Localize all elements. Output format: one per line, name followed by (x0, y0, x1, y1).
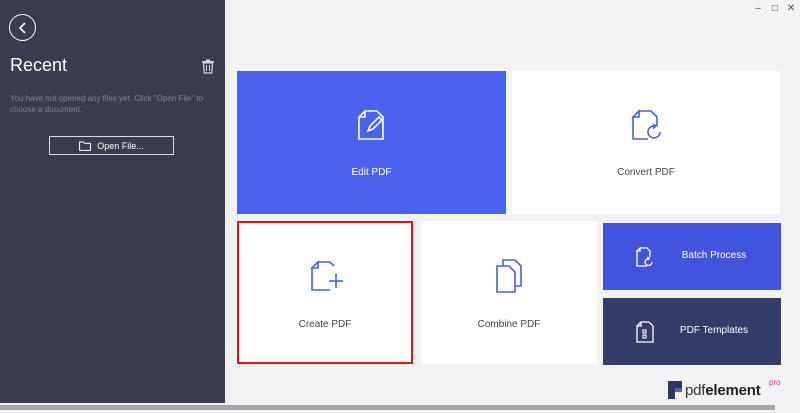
combine-documents-icon (496, 259, 522, 293)
back-button[interactable] (9, 14, 36, 41)
edit-document-icon (358, 110, 384, 140)
convert-pdf-label: Convert PDF (617, 167, 675, 178)
pdf-templates-tile[interactable]: PDF Templates (603, 298, 781, 365)
empty-recent-message: You have not opened any files yet. Click… (10, 94, 204, 114)
batch-process-tile[interactable]: Batch Process (603, 223, 781, 290)
edit-pdf-tile[interactable]: Edit PDF (237, 71, 506, 214)
create-pdf-label: Create PDF (298, 319, 352, 330)
pdf-templates-label: PDF Templates (679, 325, 749, 336)
convert-document-icon (631, 109, 661, 140)
logo-pro-badge: pro (769, 378, 781, 387)
sidebar-title: Recent (10, 55, 68, 75)
pdfelement-logo-icon (668, 381, 682, 399)
close-button[interactable]: ✕ (785, 3, 797, 14)
trash-icon[interactable] (201, 59, 215, 74)
app-window: Recent You have not opened any files yet… (0, 0, 800, 413)
batch-process-label: Batch Process (681, 250, 747, 261)
maximize-button[interactable]: □ (769, 3, 781, 14)
recent-sidebar: Recent You have not opened any files yet… (0, 0, 225, 403)
open-file-button[interactable]: Open File... (49, 136, 174, 155)
open-file-label: Open File... (97, 140, 144, 151)
edit-pdf-label: Edit PDF (351, 167, 392, 178)
folder-icon (79, 141, 92, 151)
minimize-button[interactable]: – (752, 3, 764, 14)
combine-pdf-label: Combine PDF (477, 319, 541, 330)
chevron-left-icon (18, 21, 26, 34)
combine-pdf-tile[interactable]: Combine PDF (421, 221, 597, 364)
logo-wordmark: pdfelement (685, 381, 761, 399)
create-document-icon (310, 260, 343, 291)
horizontal-scrollbar[interactable] (0, 405, 775, 410)
convert-pdf-tile[interactable]: Convert PDF (512, 71, 780, 214)
create-pdf-tile[interactable]: Create PDF (237, 221, 413, 364)
pdfelement-logo: pdfelement pro (668, 378, 781, 399)
